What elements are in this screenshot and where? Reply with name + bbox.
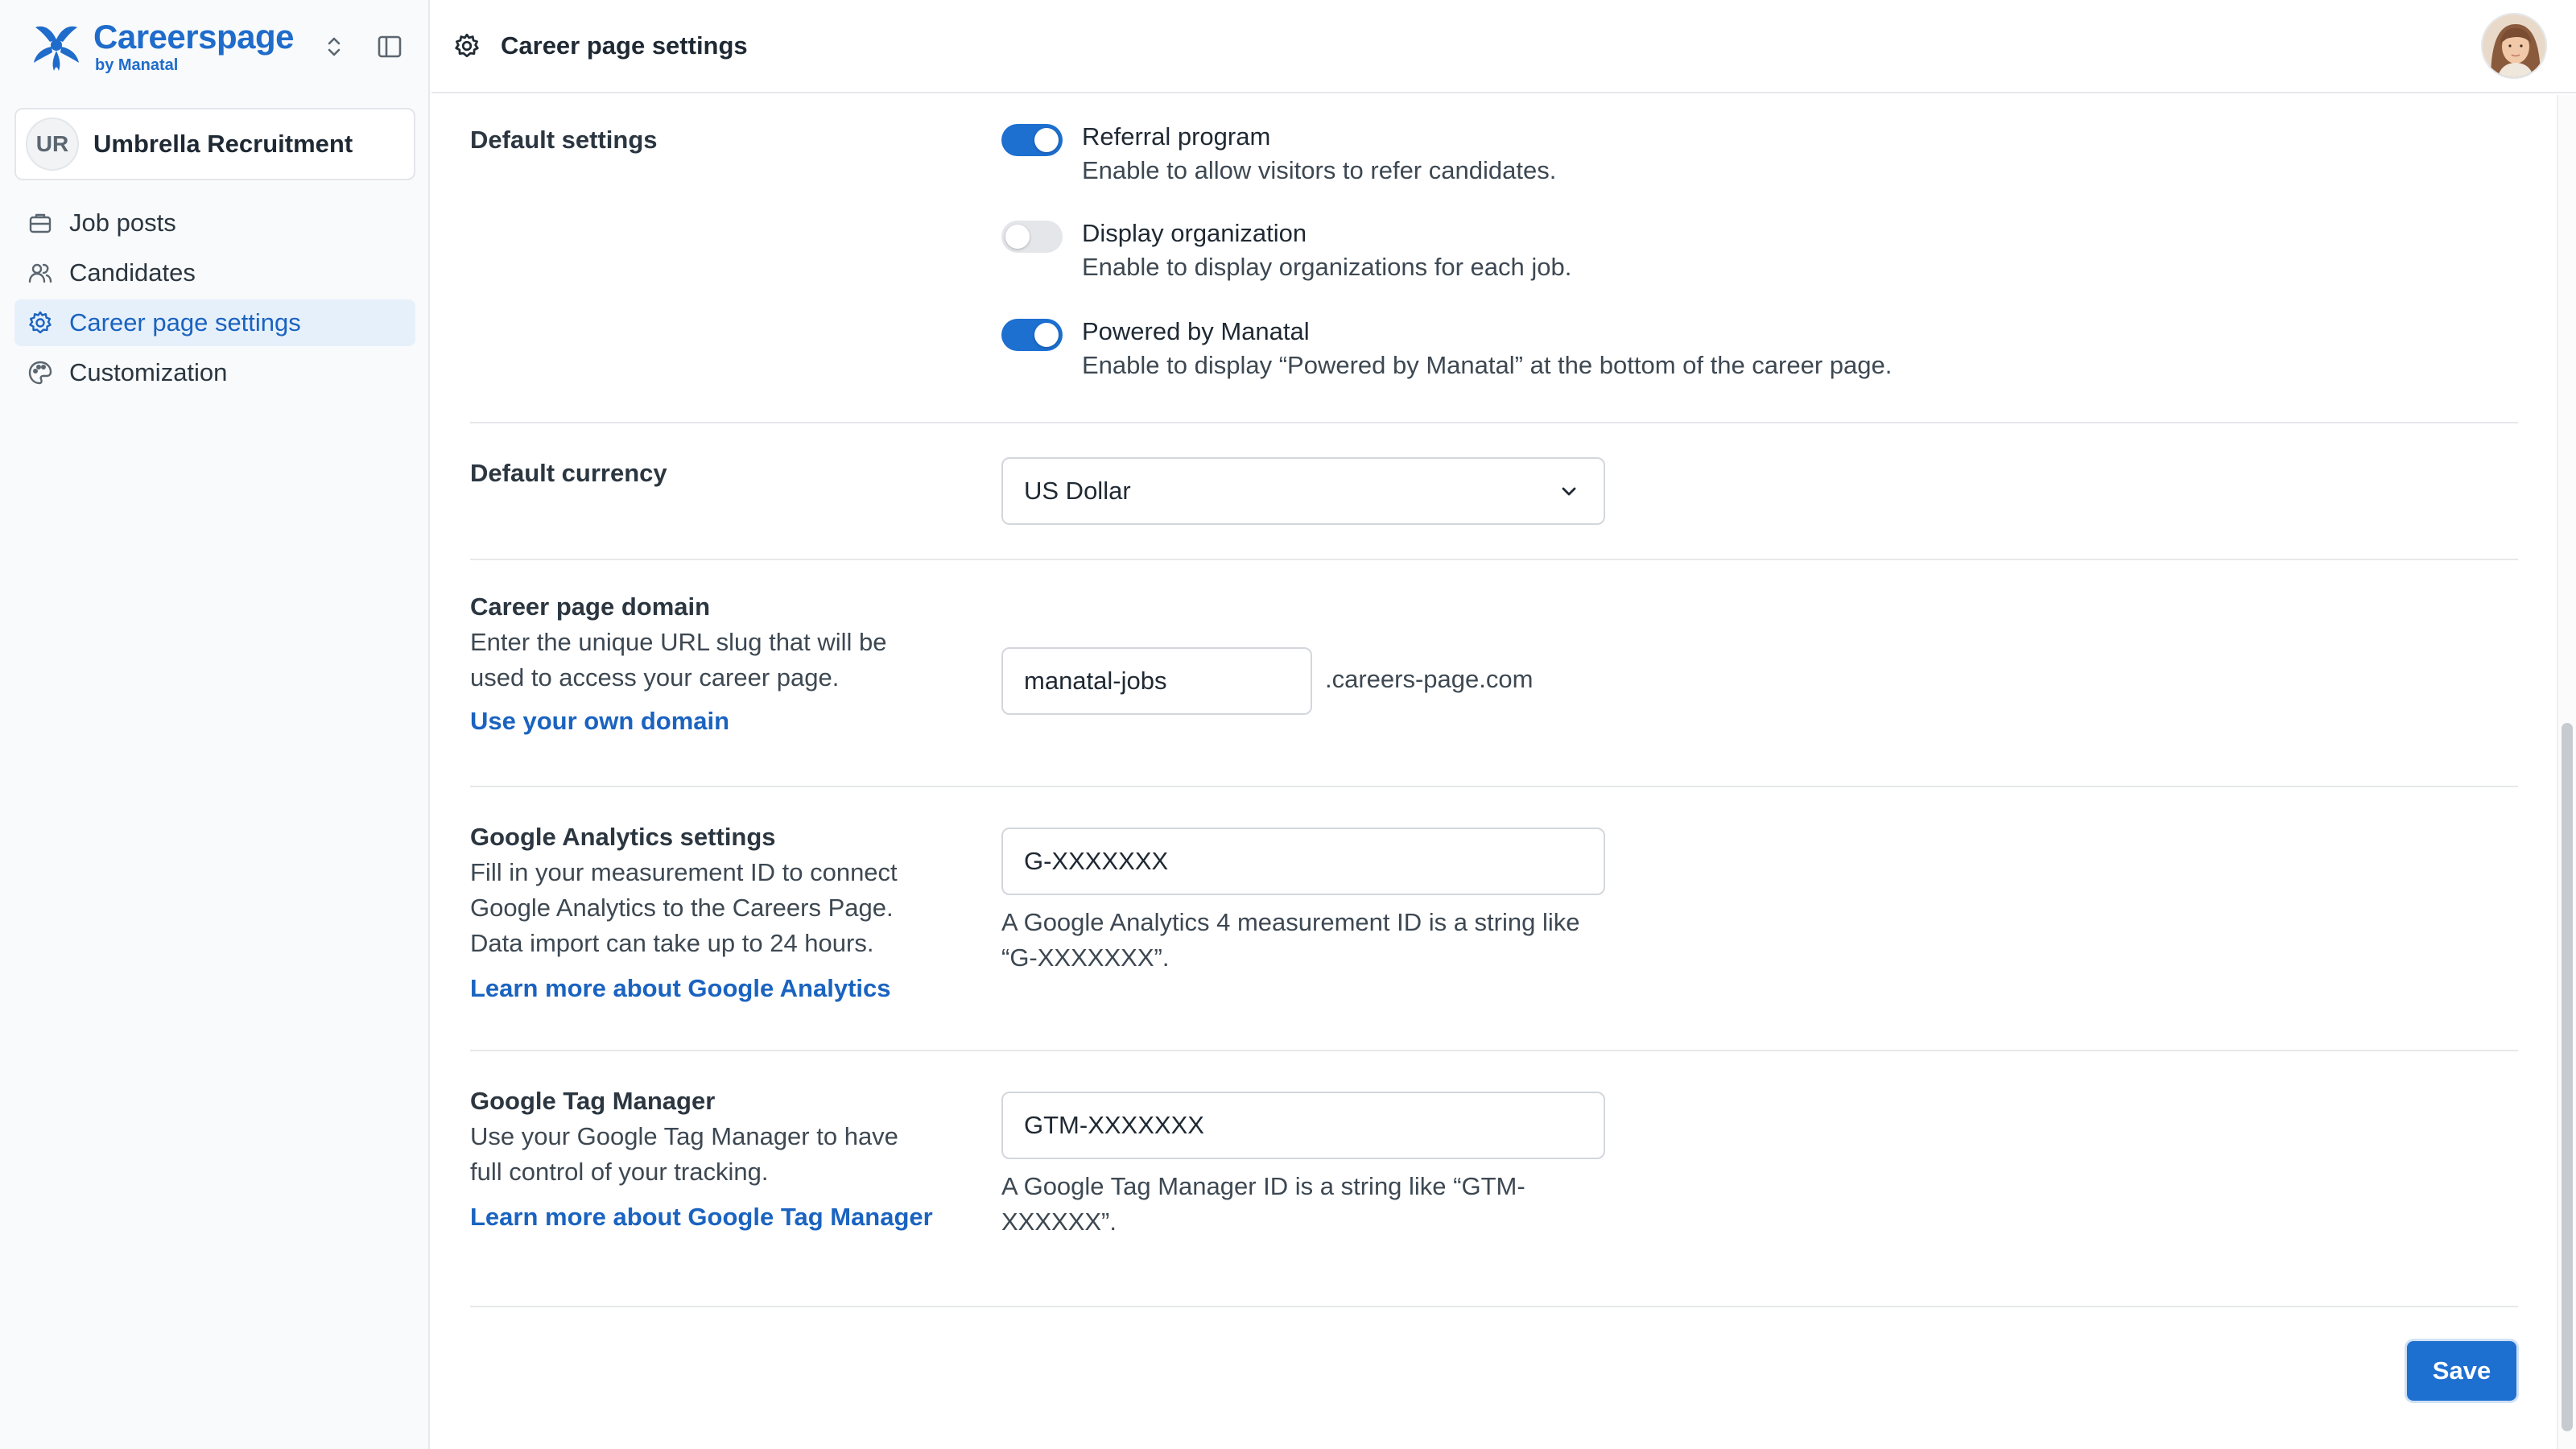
toggle-knob [1005,225,1030,249]
brand-name: Careerspage [93,18,294,56]
google-analytics-helper-text: A Google Analytics 4 measurement ID is a… [1001,908,1580,972]
sidebar-item-career-page-settings[interactable]: Career page settings [14,299,415,346]
briefcase-icon [26,208,55,237]
google-tag-manager-helper-text: A Google Tag Manager ID is a string like… [1001,1172,1525,1236]
section-description: Enter the unique URL slug that will be u… [470,628,887,691]
brand-logo[interactable]: Careerspage by Manatal [27,14,294,79]
organization-avatar: UR [26,118,79,171]
section-description: Fill in your measurement ID to connect G… [470,858,898,957]
section-description: Use your Google Tag Manager to have full… [470,1122,898,1186]
toggle-label: Display organization [1082,219,1307,247]
toggle-help-text: Enable to display “Powered by Manatal” a… [1082,351,1893,379]
google-tag-manager-learn-more-link[interactable]: Learn more about Google Tag Manager [470,1203,933,1232]
sidebar-item-label: Job posts [69,208,176,237]
domain-slug-value: manatal-jobs [1024,667,1167,695]
careerspage-logo-icon [34,26,79,71]
toggle-label: Powered by Manatal [1082,317,1310,345]
sidebar-item-label: Career page settings [69,308,301,336]
section-title: Google Analytics settings [470,823,776,851]
domain-slug-input[interactable]: manatal-jobs [1001,647,1312,715]
section-title: Google Tag Manager [470,1087,716,1115]
currency-select-value: US Dollar [1024,477,1131,505]
sidebar-nav: Job posts Candidates Career page setting… [14,200,415,399]
default-settings-section: Default settings Referral program Enable… [470,95,2518,423]
organization-name: Umbrella Recruitment [93,130,353,158]
google-analytics-learn-more-link[interactable]: Learn more about Google Analytics [470,974,891,1003]
sidebar-toggle-icon[interactable] [374,31,406,63]
google-analytics-id-input[interactable]: G-XXXXXXX [1001,828,1605,895]
toggle-knob [1034,128,1059,152]
toggle-help-text: Enable to allow visitors to refer candid… [1082,156,1557,184]
google-analytics-section: Google Analytics settings Fill in your m… [470,787,2518,1051]
google-tag-manager-section: Google Tag Manager Use your Google Tag M… [470,1051,2518,1307]
top-header: Career page settings [431,0,2576,93]
sidebar-item-label: Candidates [69,258,196,287]
scrollbar-thumb[interactable] [2562,723,2573,1431]
toggle-knob [1034,323,1059,347]
referral-program-toggle[interactable] [1001,124,1063,156]
sidebar-item-candidates[interactable]: Candidates [14,250,415,296]
career-page-domain-section: Career page domain Enter the unique URL … [470,560,2518,787]
gear-icon [451,30,483,62]
user-avatar[interactable] [2481,13,2547,79]
sidebar-item-customization[interactable]: Customization [14,349,415,396]
sidebar-item-label: Customization [69,358,228,386]
powered-by-manatal-toggle[interactable] [1001,319,1063,351]
organization-switcher[interactable]: UR Umbrella Recruitment [14,108,415,180]
default-currency-section: Default currency US Dollar [470,423,2518,560]
gear-icon [26,308,55,337]
google-tag-manager-id-input[interactable]: GTM-XXXXXXX [1001,1092,1605,1159]
toggle-label: Referral program [1082,122,1271,151]
users-icon [26,258,55,287]
google-tag-manager-id-value: GTM-XXXXXXX [1024,1111,1204,1139]
currency-select[interactable]: US Dollar [1001,457,1605,525]
content-scrollbar[interactable] [2557,95,2576,1449]
save-button[interactable]: Save [2407,1341,2516,1401]
section-title: Career page domain [470,592,711,621]
section-title: Default settings [470,126,658,154]
brand-subtitle: by Manatal [95,56,179,74]
workspace-switcher-icon[interactable] [320,31,348,63]
page-title: Career page settings [501,31,748,60]
domain-suffix: .careers-page.com [1325,665,1534,693]
use-own-domain-link[interactable]: Use your own domain [470,707,729,736]
sidebar-item-job-posts[interactable]: Job posts [14,200,415,246]
chevron-down-icon [1555,478,1583,506]
settings-content: Default settings Referral program Enable… [431,95,2549,1449]
google-analytics-id-value: G-XXXXXXX [1024,847,1169,875]
toggle-help-text: Enable to display organizations for each… [1082,253,1572,281]
palette-icon [26,358,55,387]
sidebar: Careerspage by Manatal UR Umbrella Recru… [0,0,430,1449]
display-organization-toggle[interactable] [1001,221,1063,253]
section-title: Default currency [470,459,667,487]
